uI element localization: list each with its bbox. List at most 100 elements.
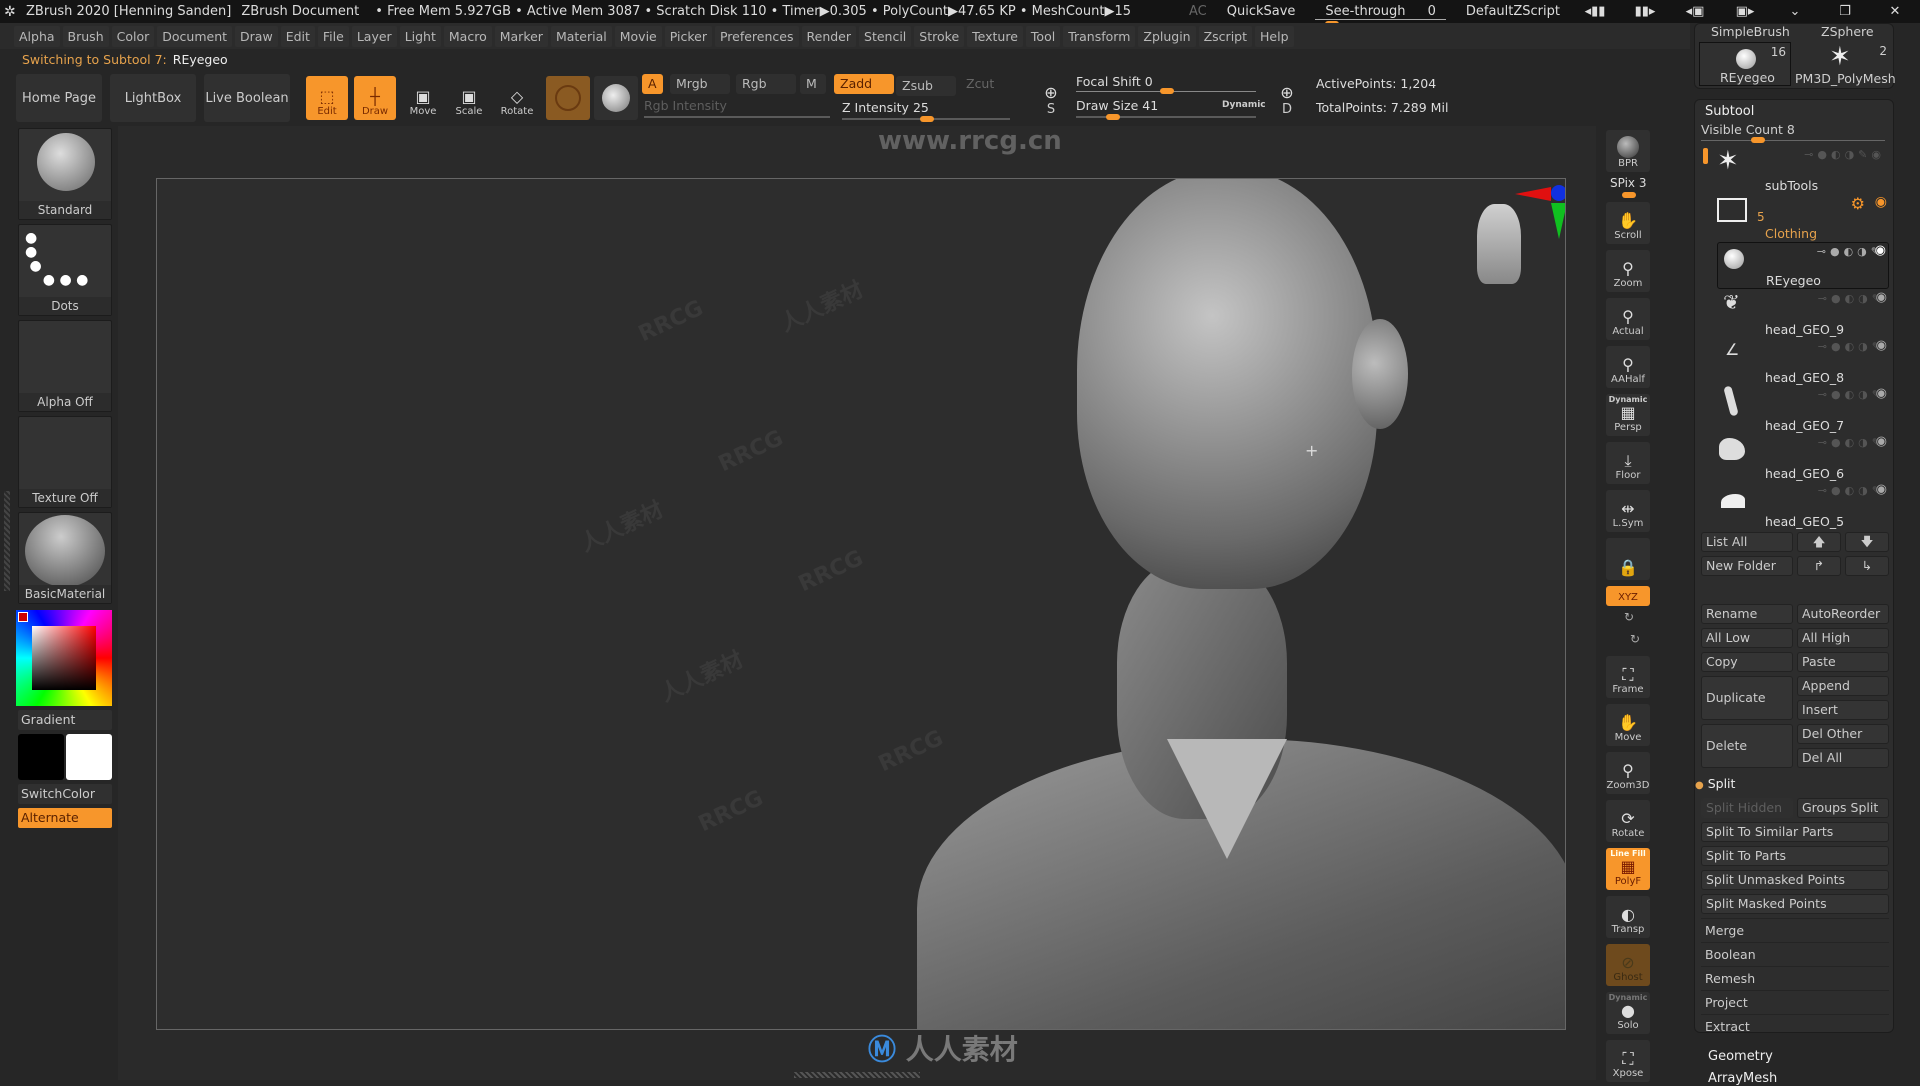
split-to-similar-parts-button[interactable]: Split To Similar Parts (1701, 822, 1889, 842)
menu-help[interactable]: Help (1255, 25, 1294, 47)
geometry-section[interactable]: Geometry (1708, 1049, 1773, 1064)
split-unmasked-points-button[interactable]: Split Unmasked Points (1701, 870, 1889, 890)
eye-icon[interactable]: ◉ (1876, 338, 1887, 353)
rgb-intensity-slider[interactable] (644, 116, 830, 118)
subtool-row-toggles[interactable]: ⊸●◐◑✎◉ (1804, 148, 1885, 161)
zoom-button[interactable]: ⚲ Zoom (1606, 250, 1650, 292)
move-down-button[interactable]: 🡇 (1845, 532, 1889, 552)
menu-macro[interactable]: Macro (443, 25, 492, 47)
lock-camera-button[interactable]: 🔒 (1606, 538, 1650, 580)
subtool-list-scrollbar[interactable] (1703, 148, 1708, 164)
subtool-row-reyegeo-selected[interactable]: ⊸●◐◑✎ ◉ REyegeo (1717, 242, 1889, 289)
visible-count-slider[interactable] (1701, 140, 1885, 141)
document-canvas[interactable]: RRCG 人人素材 RRCG 人人素材 RRCG 人人素材 RRCG RRCG … (156, 178, 1566, 1030)
menu-alpha[interactable]: Alpha (14, 25, 60, 47)
folder-eye-icon[interactable]: ◉ (1875, 194, 1887, 210)
subtool-title[interactable]: Subtool (1705, 104, 1754, 119)
zsub-toggle[interactable]: Zsub (896, 76, 956, 96)
all-low-button[interactable]: All Low (1701, 628, 1793, 648)
subtool-row-head-geo-6[interactable]: ⊸●◐◑✎ ◉ head_GEO_6 (1717, 434, 1889, 481)
quicksave-button[interactable]: QuickSave (1227, 4, 1296, 19)
tool-reyegeo[interactable]: 16 REyegeo (1699, 42, 1791, 86)
left-tray-collapse-handle[interactable] (4, 491, 10, 591)
subtool-row-head-geo-7[interactable]: ⊸●◐◑✎ ◉ head_GEO_7 (1717, 385, 1889, 433)
menu-zscript[interactable]: Zscript (1198, 25, 1253, 47)
brush-selector[interactable]: Standard (18, 128, 112, 220)
del-all-button[interactable]: Del All (1797, 748, 1889, 768)
rotate-view-button[interactable]: ⟳ Rotate (1606, 800, 1650, 842)
boolean-section[interactable]: Boolean (1701, 942, 1889, 966)
rotate-button[interactable]: ◇ Rotate (496, 76, 538, 120)
menu-picker[interactable]: Picker (664, 25, 712, 47)
eye-icon[interactable]: ◉ (1876, 290, 1887, 305)
home-page-button[interactable]: Home Page (16, 74, 102, 122)
minimize-icon[interactable]: ⌄ (1780, 4, 1810, 19)
rename-button[interactable]: Rename (1701, 604, 1793, 624)
ac-button[interactable]: AC (1189, 4, 1207, 19)
menu-draw[interactable]: Draw (235, 25, 278, 47)
axis-y-icon[interactable] (1551, 203, 1565, 239)
polyf-button[interactable]: Line Fill ▦ PolyF (1606, 848, 1650, 890)
menu-color[interactable]: Color (111, 25, 155, 47)
main-color-swatch[interactable] (18, 734, 64, 780)
material-sphere-button[interactable] (546, 76, 590, 120)
menu-preferences[interactable]: Preferences (714, 25, 799, 47)
color-picker-square[interactable] (32, 626, 96, 690)
subtool-row-head-geo-9[interactable]: ❦ ⊸●◐◑✎ ◉ head_GEO_9 (1717, 290, 1889, 337)
transp-button[interactable]: ◐ Transp (1606, 896, 1650, 938)
switchcolor-button[interactable]: SwitchColor (18, 784, 112, 804)
remesh-section[interactable]: Remesh (1701, 966, 1889, 990)
subtool-row-head-geo-5[interactable]: ⊸●◐◑✎ ◉ head_GEO_5 (1717, 482, 1889, 529)
stroke-s-button[interactable]: ⊕ S (1030, 76, 1072, 120)
del-other-button[interactable]: Del Other (1797, 724, 1889, 744)
lightbox-button[interactable]: LightBox (110, 74, 196, 122)
live-boolean-button[interactable]: Live Boolean (204, 74, 290, 122)
visible-count-knob[interactable] (1751, 137, 1765, 143)
axis-z-icon[interactable] (1551, 185, 1565, 201)
rgb-toggle[interactable]: Rgb (736, 74, 796, 94)
zcut-toggle[interactable]: Zcut (960, 74, 1000, 94)
stroke-d-button[interactable]: ⊕ D (1266, 76, 1308, 120)
menu-stroke[interactable]: Stroke (914, 25, 965, 47)
draw-size-slider[interactable] (1076, 116, 1256, 118)
menu-texture[interactable]: Texture (967, 25, 1023, 47)
color-sphere-button[interactable] (594, 76, 638, 120)
edit-button[interactable]: ⬚ Edit (306, 76, 348, 120)
groups-split-button[interactable]: Groups Split (1797, 798, 1889, 818)
tool-pm3d-polymesh[interactable]: ✶ 2 PM3D_PolyMesh (1795, 42, 1896, 86)
insert-button[interactable]: Insert (1797, 700, 1889, 720)
draw-button[interactable]: ┼ Draw (354, 76, 396, 120)
zadd-toggle[interactable]: Zadd (834, 74, 894, 94)
move-view-button[interactable]: ✋ Move (1606, 704, 1650, 746)
folder-gear-icon[interactable]: ⚙ (1851, 194, 1865, 213)
restore-icon[interactable]: ❐ (1830, 4, 1860, 19)
focal-shift-knob[interactable] (1160, 88, 1174, 94)
close-icon[interactable]: ✕ (1880, 4, 1910, 19)
menu-layer[interactable]: Layer (351, 25, 397, 47)
menu-marker[interactable]: Marker (494, 25, 548, 47)
menu-brush[interactable]: Brush (62, 25, 109, 47)
scroll-button[interactable]: ✋ Scroll (1606, 202, 1650, 244)
layout-left-icon[interactable]: ◂▮▮ (1580, 4, 1610, 19)
move-up-button[interactable]: 🡅 (1797, 532, 1841, 552)
mrgb-toggle[interactable]: Mrgb (670, 74, 730, 94)
lsym-button[interactable]: ⇹ L.Sym (1606, 490, 1650, 532)
tool-simplebrush[interactable]: SimpleBrush (1711, 24, 1790, 39)
color-picker[interactable] (16, 610, 112, 706)
see-through-slider[interactable]: See-through 0 (1315, 4, 1446, 27)
xyz-rotate-button[interactable]: XYZ (1606, 586, 1650, 606)
actual-button[interactable]: ⚲ Actual (1606, 298, 1650, 340)
menu-render[interactable]: Render (801, 25, 857, 47)
folder-row-clothing[interactable]: 5 ⚙ ◉ Clothing (1717, 194, 1889, 241)
menu-light[interactable]: Light (399, 25, 441, 47)
menu-edit[interactable]: Edit (280, 25, 315, 47)
move-into-folder-button[interactable]: ↱ (1797, 556, 1841, 576)
default-zscript-button[interactable]: DefaultZScript (1466, 4, 1560, 19)
delete-button[interactable]: Delete (1701, 724, 1793, 768)
move-button[interactable]: ▣ Move (402, 76, 444, 120)
bottom-tray-handle[interactable] (794, 1072, 920, 1078)
eye-icon[interactable]: ◉ (1875, 243, 1886, 258)
menu-transform[interactable]: Transform (1063, 25, 1136, 47)
subtool-row-subtools[interactable]: ✶ ⊸●◐◑✎◉ subTools (1717, 146, 1889, 193)
z-rotate-icon[interactable]: ↻ (1630, 632, 1640, 646)
